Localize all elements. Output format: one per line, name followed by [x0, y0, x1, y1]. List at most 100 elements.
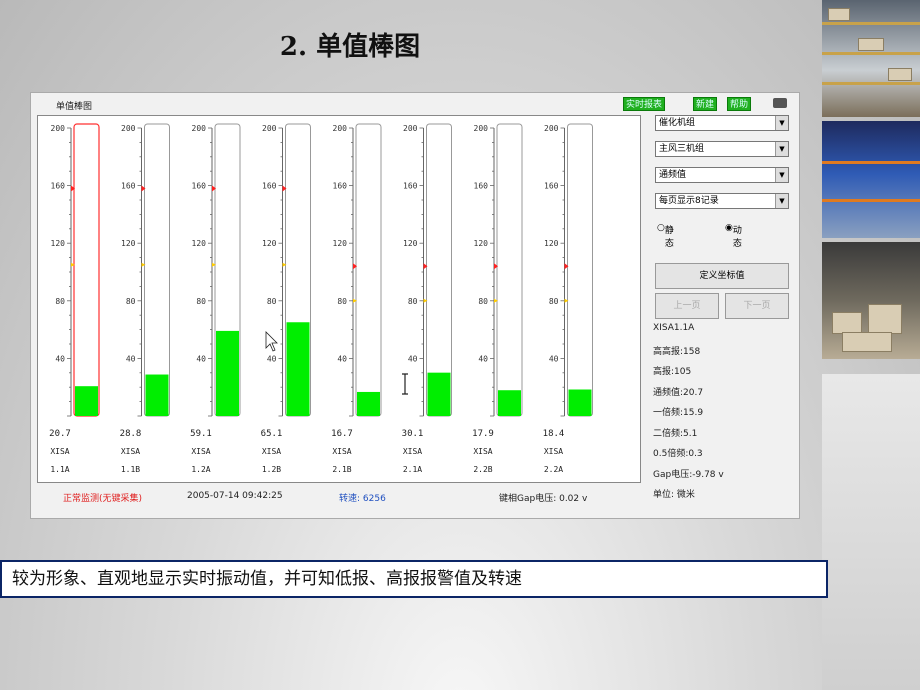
control-panel: 催化机组 ▼ 主风三机组 ▼ 通频值 ▼ 每页显示8记录 ▼ ○ 静态 ◉ 动态 — [649, 115, 795, 249]
window-title: 单值棒图 — [56, 102, 93, 112]
y-tick-label: 120 — [51, 239, 66, 248]
y-tick-label: 160 — [262, 182, 277, 191]
bar-value-label: 16.7 — [331, 429, 353, 439]
warehouse-photo-shelves — [822, 0, 920, 117]
bar-sensor-label: XISA — [473, 447, 492, 456]
mode-radio-group: ○ 静态 ◉ 动态 — [657, 223, 795, 249]
y-tick-label: 160 — [121, 182, 136, 191]
y-tick-label: 40 — [126, 354, 136, 363]
bar-sensor-label: XISA — [50, 447, 69, 456]
y-tick-label: 40 — [337, 354, 347, 363]
slide-title: 2. 单值棒图 — [279, 32, 421, 62]
app-window: 单值棒图 实时报表 新建 帮助 200 160 120 80 40 20.7 XISA 1.1… — [30, 92, 800, 519]
bar-value-label: 18.4 — [543, 429, 565, 439]
bar-value-label: 28.8 — [120, 429, 142, 439]
printer-icon[interactable] — [773, 98, 787, 108]
machine-select[interactable]: 主风三机组 ▼ — [655, 141, 789, 157]
bar-channel-label: 1.1A — [50, 465, 69, 474]
y-tick-label: 200 — [262, 124, 277, 133]
bar-tube — [73, 123, 100, 417]
status-mode: 正常监测(无键采集) — [63, 494, 143, 504]
chevron-down-icon[interactable]: ▼ — [775, 168, 788, 182]
info-line: XISA1.1A — [653, 323, 695, 333]
y-tick-label: 200 — [333, 124, 348, 133]
y-tick-label: 160 — [403, 182, 418, 191]
bar-value-label: 17.9 — [472, 429, 494, 439]
y-tick-label: 120 — [333, 239, 348, 248]
channel-info: XISA1.1A 高高报:158 高报:105 通频值:20.7 一倍频:15.… — [653, 323, 797, 508]
y-tick-label: 80 — [478, 297, 488, 306]
radio-dynamic-label: 动态 — [732, 226, 742, 249]
radio-dynamic[interactable]: ◉ 动态 — [725, 223, 742, 249]
bar-fill — [568, 389, 592, 416]
y-tick-label: 200 — [121, 124, 136, 133]
y-tick-label: 200 — [192, 124, 207, 133]
bar-sensor-label: XISA — [262, 447, 281, 456]
bar-chart: 200 160 120 80 40 20.7 XISA 1.1A 200 160 120 80 40 28… — [49, 123, 593, 474]
bar-sensor-label: XISA — [403, 447, 422, 456]
y-tick-label: 160 — [192, 182, 207, 191]
y-tick-label: 80 — [549, 297, 559, 306]
machine-select-value: 主风三机组 — [659, 144, 705, 154]
new-tab[interactable]: 新建 — [693, 97, 718, 111]
info-line: 单位: 微米 — [653, 490, 695, 500]
text-cursor-icon — [402, 373, 408, 395]
bar-fill — [357, 391, 380, 416]
chevron-down-icon[interactable]: ▼ — [775, 142, 788, 156]
radio-static[interactable]: ○ 静态 — [657, 223, 674, 249]
bar-value-label: 59.1 — [190, 429, 212, 439]
y-tick-label: 200 — [544, 124, 559, 133]
info-line: 二倍频:5.1 — [653, 428, 698, 439]
help-tab[interactable]: 帮助 — [727, 97, 752, 111]
y-tick-label: 200 — [403, 124, 418, 133]
mouse-cursor-icon — [265, 331, 278, 352]
y-tick-label: 120 — [262, 239, 277, 248]
y-tick-label: 120 — [474, 239, 489, 248]
y-tick-label: 200 — [51, 124, 66, 133]
info-line: 通频值:20.7 — [653, 387, 704, 398]
define-axis-button[interactable]: 定义坐标值 — [655, 263, 789, 289]
y-tick-label: 160 — [333, 182, 348, 191]
y-tick-label: 160 — [51, 182, 66, 191]
y-tick-label: 160 — [544, 182, 559, 191]
measure-select[interactable]: 通频值 ▼ — [655, 167, 789, 183]
y-tick-label: 80 — [267, 297, 277, 306]
y-tick-label: 160 — [474, 182, 489, 191]
bar-channel-label: 2.1A — [403, 465, 422, 474]
y-tick-label: 40 — [549, 354, 559, 363]
status-gap-voltage: 键相Gap电压: 0.02 v — [499, 494, 588, 504]
bar-sensor-label: XISA — [191, 447, 210, 456]
bar-value-label: 20.7 — [49, 429, 71, 439]
bar-fill — [286, 322, 310, 416]
next-page-button[interactable]: 下一页 — [725, 293, 789, 319]
bar-fill — [427, 372, 451, 416]
info-line: 一倍频:15.9 — [653, 408, 704, 418]
warehouse-photo-racks — [822, 121, 920, 238]
status-bar: 正常监测(无键采集) 2005-07-14 09:42:25 转速: 6256 … — [37, 486, 641, 508]
page-size-select[interactable]: 每页显示8记录 ▼ — [655, 193, 789, 209]
warehouse-photo-boxes — [822, 242, 920, 359]
y-tick-label: 80 — [337, 297, 347, 306]
bar-channel-label: 1.2B — [262, 465, 281, 474]
page-size-select-value: 每页显示8记录 — [659, 196, 719, 206]
chevron-down-icon[interactable]: ▼ — [775, 194, 788, 208]
y-tick-label: 40 — [408, 354, 418, 363]
info-line: 0.5倍频:0.3 — [653, 449, 703, 459]
bar-fill — [216, 330, 239, 416]
y-tick-label: 120 — [544, 239, 559, 248]
unit-select[interactable]: 催化机组 ▼ — [655, 115, 789, 131]
warehouse-photos — [822, 0, 920, 374]
bar-tube — [567, 123, 593, 417]
y-tick-label: 120 — [121, 239, 136, 248]
chevron-down-icon[interactable]: ▼ — [775, 116, 788, 130]
bar-channel-label: 2.1B — [332, 465, 351, 474]
bar-value-label: 65.1 — [261, 429, 283, 439]
prev-page-button[interactable]: 上一页 — [655, 293, 719, 319]
bar-tube — [144, 123, 170, 417]
y-tick-label: 40 — [267, 354, 277, 363]
y-tick-label: 80 — [408, 297, 418, 306]
bar-fill — [498, 390, 521, 416]
realtime-report-tab[interactable]: 实时报表 — [623, 97, 666, 111]
side-strip — [822, 374, 920, 690]
bar-channel-label: 1.2A — [191, 465, 210, 474]
